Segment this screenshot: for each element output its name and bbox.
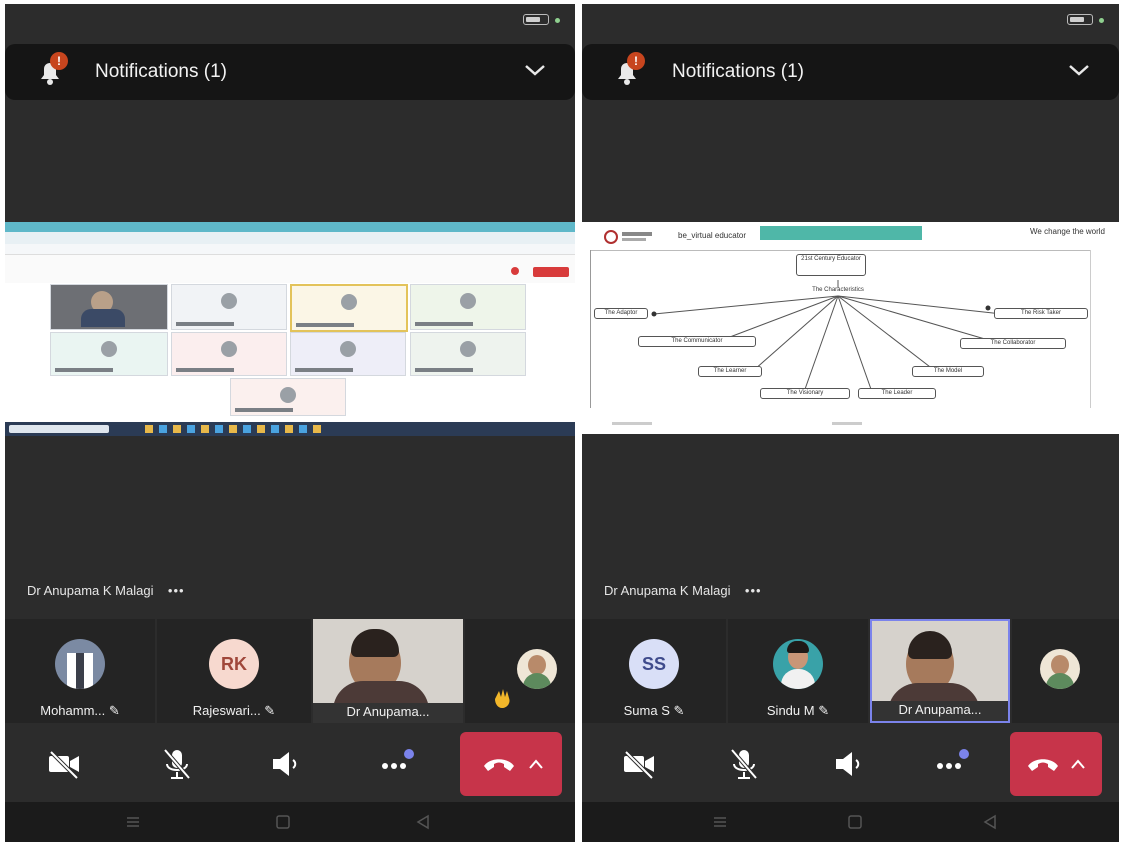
participant-strip: Mohamm... ✎ RK Rajeswari... ✎ Dr Anupama…: [5, 619, 575, 723]
mind-map-node: The Risk Taker: [994, 308, 1088, 319]
charging-dot-icon: [1099, 18, 1104, 23]
camera-off-icon[interactable]: [618, 744, 658, 784]
end-call-button[interactable]: [460, 732, 562, 796]
raised-hand-icon: [491, 687, 515, 709]
gallery-tile: [50, 332, 168, 376]
more-options-button[interactable]: •••: [168, 583, 185, 598]
mind-map-hub: The Characteristics: [812, 287, 864, 293]
end-call-button[interactable]: [1010, 732, 1102, 796]
avatar: SS: [629, 639, 679, 689]
menu-icon[interactable]: [712, 814, 728, 830]
mic-off-icon[interactable]: [157, 744, 197, 784]
gallery-tile: [290, 332, 406, 376]
notification-badge: !: [50, 52, 68, 70]
phone-screen-left: ! Notifications (1) Dr Anupama K Malagi …: [5, 4, 575, 842]
participant-name: Rajeswari... ✎: [192, 703, 276, 718]
phone-screen-right: ! Notifications (1) be_virtual educator …: [582, 4, 1119, 842]
participant-name: Dr Anupama...: [898, 702, 982, 717]
more-options-button[interactable]: •••: [745, 583, 762, 598]
participant-tile-video[interactable]: Dr Anupama...: [870, 619, 1010, 723]
notification-badge: !: [627, 52, 645, 70]
speaker-icon[interactable]: [830, 744, 870, 784]
gallery-tile: [410, 332, 526, 376]
notifications-banner[interactable]: ! Notifications (1): [582, 44, 1119, 100]
taskbar: [5, 422, 575, 436]
avatar: [1040, 649, 1080, 689]
presenter-name: Dr Anupama K Malagi: [27, 583, 154, 598]
shared-screen: [5, 222, 575, 436]
call-controls: [5, 726, 575, 802]
participant-name: Dr Anupama...: [346, 704, 430, 719]
mind-map-node: The Visionary: [760, 388, 850, 399]
participant-strip: SS Suma S ✎ Sindu M ✎ Dr Anupama...: [582, 619, 1119, 723]
battery-icon: [523, 14, 549, 25]
participant-tile-video[interactable]: Dr Anupama...: [313, 619, 463, 723]
mind-map-node: The Communicator: [638, 336, 756, 347]
meeting-toolbar: [5, 255, 575, 283]
notifications-banner[interactable]: ! Notifications (1): [5, 44, 575, 100]
record-icon: [511, 267, 519, 275]
leave-meeting-button: [533, 267, 569, 277]
back-icon[interactable]: [982, 814, 998, 830]
participant-name: Mohamm... ✎: [40, 703, 120, 718]
menu-icon[interactable]: [125, 814, 141, 830]
back-icon[interactable]: [415, 814, 431, 830]
hang-up-icon: [1028, 759, 1058, 771]
mic-off-icon[interactable]: [724, 744, 764, 784]
avatar: [773, 639, 823, 689]
participant-tile[interactable]: [465, 619, 575, 723]
home-icon[interactable]: [847, 814, 863, 830]
mind-map-node: The Leader: [858, 388, 936, 399]
system-nav-bar: [582, 802, 1119, 842]
browser-tabbar: [5, 222, 575, 232]
presenter-row: Dr Anupama K Malagi •••: [27, 582, 185, 600]
participant-name: Sindu M ✎: [766, 703, 830, 718]
status-bar: [5, 4, 575, 38]
camera-off-icon[interactable]: [43, 744, 83, 784]
home-icon[interactable]: [275, 814, 291, 830]
participant-tile[interactable]: RK Rajeswari... ✎: [157, 619, 311, 723]
avatar: [517, 649, 557, 689]
participant-tile[interactable]: Sindu M ✎: [728, 619, 868, 723]
battery-icon: [1067, 14, 1093, 25]
system-nav-bar: [5, 802, 575, 842]
speaker-icon[interactable]: [267, 744, 307, 784]
notifications-label: Notifications (1): [95, 61, 227, 82]
gallery-tile: [230, 378, 346, 416]
more-actions-icon[interactable]: [932, 744, 972, 784]
participant-name: Suma S ✎: [623, 703, 685, 718]
mind-map-node: The Model: [912, 366, 984, 377]
chevron-up-icon[interactable]: [1070, 758, 1086, 770]
participant-tile[interactable]: Mohamm... ✎: [5, 619, 155, 723]
presenter-row: Dr Anupama K Malagi •••: [604, 582, 762, 600]
gallery-tile: [171, 284, 287, 330]
charging-dot-icon: [555, 18, 560, 23]
participant-tile[interactable]: [1012, 619, 1119, 723]
gallery-tile-active: [290, 284, 408, 332]
mind-map-node: The Adaptor: [594, 308, 648, 319]
more-actions-icon[interactable]: [377, 744, 417, 784]
hang-up-icon: [484, 759, 514, 771]
mind-map-root: 21st Century Educator: [796, 254, 866, 276]
notifications-label: Notifications (1): [672, 61, 804, 82]
status-bar: [582, 4, 1119, 38]
gallery-tile-video: [50, 284, 168, 330]
chevron-down-icon[interactable]: [1067, 62, 1091, 78]
gallery-tile: [410, 284, 526, 330]
mind-map-node: The Learner: [698, 366, 762, 377]
call-controls: [582, 726, 1119, 802]
bookmarks-bar: [5, 244, 575, 255]
gallery-tile: [171, 332, 287, 376]
browser-addressbar: [5, 232, 575, 244]
avatar: [55, 639, 105, 689]
shared-slide: be_virtual educator We change the world …: [582, 222, 1119, 434]
avatar: RK: [209, 639, 259, 689]
presenter-name: Dr Anupama K Malagi: [604, 583, 731, 598]
participant-tile[interactable]: SS Suma S ✎: [582, 619, 726, 723]
chevron-up-icon[interactable]: [528, 758, 544, 770]
chevron-down-icon[interactable]: [523, 62, 547, 78]
mind-map-node: The Collaborator: [960, 338, 1066, 349]
